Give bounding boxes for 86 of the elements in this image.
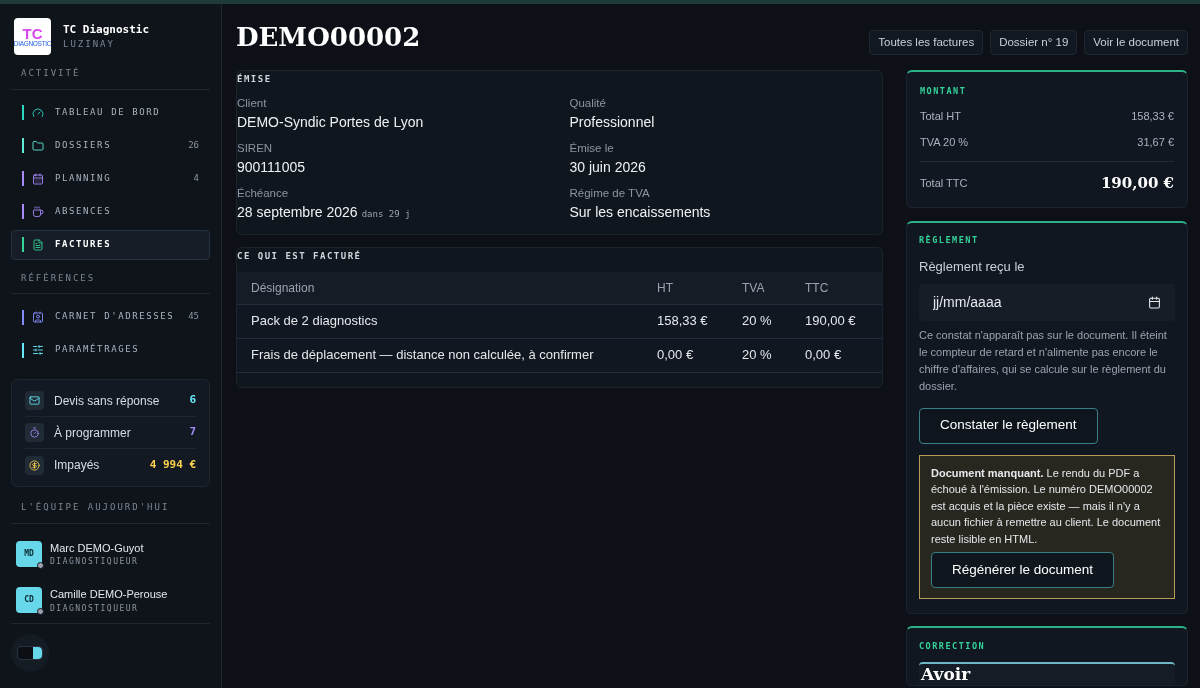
card-heading: CORRECTION — [919, 640, 987, 653]
alert-row[interactable]: À programmer 7 — [25, 417, 196, 449]
avatar: MD — [16, 540, 42, 567]
field-value: DEMO-Syndic Portes de Lyon — [237, 112, 424, 132]
card-heading: ÉMISE — [237, 72, 273, 86]
card-heading: RÈGLEMENT — [919, 234, 980, 247]
nav-item[interactable]: CARNET D'ADRESSES 45 — [11, 302, 210, 332]
field-label: Qualité — [569, 95, 607, 111]
field-label: Émise le — [569, 140, 615, 156]
header-button[interactable]: Dossier n° 19 — [990, 30, 1078, 55]
amount-label: Total HT — [920, 108, 961, 124]
avatar: CD — [16, 587, 42, 614]
field-value: Professionnel — [569, 112, 655, 132]
field-label: Régime de TVA — [569, 185, 651, 201]
header-button[interactable]: Toutes les factures — [869, 30, 984, 55]
confirm-payment-button[interactable]: Constater le règlement — [919, 407, 1098, 444]
field-value: 28 septembre 2026 — [237, 202, 358, 222]
field-value: 30 juin 2026 — [569, 157, 646, 177]
table-cell: 20 % — [742, 304, 805, 338]
due-note: dans 29 j — [361, 207, 411, 221]
nav-item[interactable]: PARAMÉTRAGES — [11, 335, 210, 365]
alert-label: Devis sans réponse — [54, 392, 161, 410]
nav-item[interactable]: DOSSIERS 26 — [11, 130, 210, 161]
amount-label: TVA 20 % — [920, 135, 969, 151]
table-cell: Frais de déplacement — distance non calculée, à confirmer — [237, 338, 657, 372]
table-cell: 0,00 € — [805, 338, 882, 372]
folder-icon — [32, 139, 44, 152]
member-role: DIAGNOSTIQUEUR — [50, 602, 140, 615]
field-value: Sur les encaissements — [569, 202, 711, 222]
field-label: Client — [237, 95, 268, 111]
column-header: Désignation — [237, 272, 657, 304]
calendar-icon[interactable] — [1148, 295, 1161, 309]
column-header: TVA — [742, 272, 805, 304]
member-name: Camille DEMO-Perouse — [50, 587, 168, 602]
total-label: Total TTC — [920, 175, 968, 191]
header-button[interactable]: Voir le document — [1084, 30, 1188, 55]
help-text: Ce constat n'apparaît pas sur le document. Il éteint le compteur de retard et n'alimente pas encore le chiffre d'affaires, qui se calcule sur le règlement du dossier. — [919, 327, 1168, 394]
nav-item[interactable]: TABLEAU DE BORD — [11, 97, 210, 128]
brand-name: TC Diagnostic — [63, 21, 150, 38]
column-header: TTC — [805, 272, 882, 304]
stopwatch-icon — [29, 427, 40, 438]
section-heading: RÉFÉRENCES — [11, 271, 210, 294]
card-heading: MONTANT — [920, 85, 968, 98]
alert-label: À programmer — [54, 424, 132, 442]
field-label: Échéance — [237, 185, 290, 201]
alert-count: 6 — [189, 392, 196, 409]
amount-value: 158,33 € — [1131, 108, 1174, 124]
field-label: SIREN — [237, 140, 274, 156]
date-field[interactable]: jj/mm/aaaa — [919, 283, 1175, 321]
coin-icon — [29, 459, 40, 471]
contact-card-icon — [32, 311, 44, 323]
table-cell: Pack de 2 diagnostics — [237, 304, 657, 338]
table-cell: 158,33 € — [657, 304, 742, 338]
table-cell: 20 % — [742, 338, 805, 372]
section-heading: ACTIVITÉ — [11, 67, 210, 90]
brand-city: LUZINAY — [63, 38, 116, 51]
alert-count: 4 994 € — [149, 456, 196, 473]
credit-note-heading: Avoir — [921, 663, 972, 684]
sliders-icon — [32, 344, 44, 356]
column-header: HT — [657, 272, 742, 304]
warning-text: Document manquant. Le rendu du PDF a échoué à l'émission. Le numéro DEMO00002 est acquis et la pièce existe — mais il n'y a aucun fichier à remettre au client. Le document reste lisible en HTML. — [931, 465, 1162, 547]
alert-row[interactable]: Impayés 4 994 € — [25, 449, 196, 481]
theme-toggle[interactable] — [17, 645, 43, 660]
page-title: DEMO00002 — [236, 21, 421, 54]
cup-icon — [32, 205, 44, 218]
amount-value: 31,67 € — [1137, 135, 1174, 151]
nav-item[interactable]: FACTURES — [11, 229, 210, 260]
document-icon — [32, 238, 44, 251]
regenerate-button[interactable]: Régénérer le document — [931, 552, 1115, 588]
alert-row[interactable]: Devis sans réponse 6 — [25, 385, 196, 417]
mail-icon — [29, 395, 40, 406]
field-value: 900111005 — [237, 157, 305, 177]
calendar-icon — [32, 172, 44, 185]
section-heading: L'ÉQUIPE AUJOURD'HUI — [11, 501, 210, 524]
member-name: Marc DEMO-Guyot — [50, 540, 144, 556]
nav-item[interactable]: ABSENCES — [11, 196, 210, 227]
table-cell: 0,00 € — [657, 338, 742, 372]
alert-label: Impayés — [54, 457, 101, 474]
field-label: Règlement reçu le — [919, 258, 1026, 276]
table-cell: 190,00 € — [805, 304, 882, 338]
total-value: 190,00 € — [1100, 172, 1174, 194]
alert-count: 7 — [189, 424, 196, 441]
gauge-icon — [32, 106, 44, 119]
card-heading: CE QUI EST FACTURÉ — [237, 249, 363, 263]
member-role: DIAGNOSTIQUEUR — [50, 556, 140, 568]
nav-item[interactable]: PLANNING 4 — [11, 163, 210, 194]
